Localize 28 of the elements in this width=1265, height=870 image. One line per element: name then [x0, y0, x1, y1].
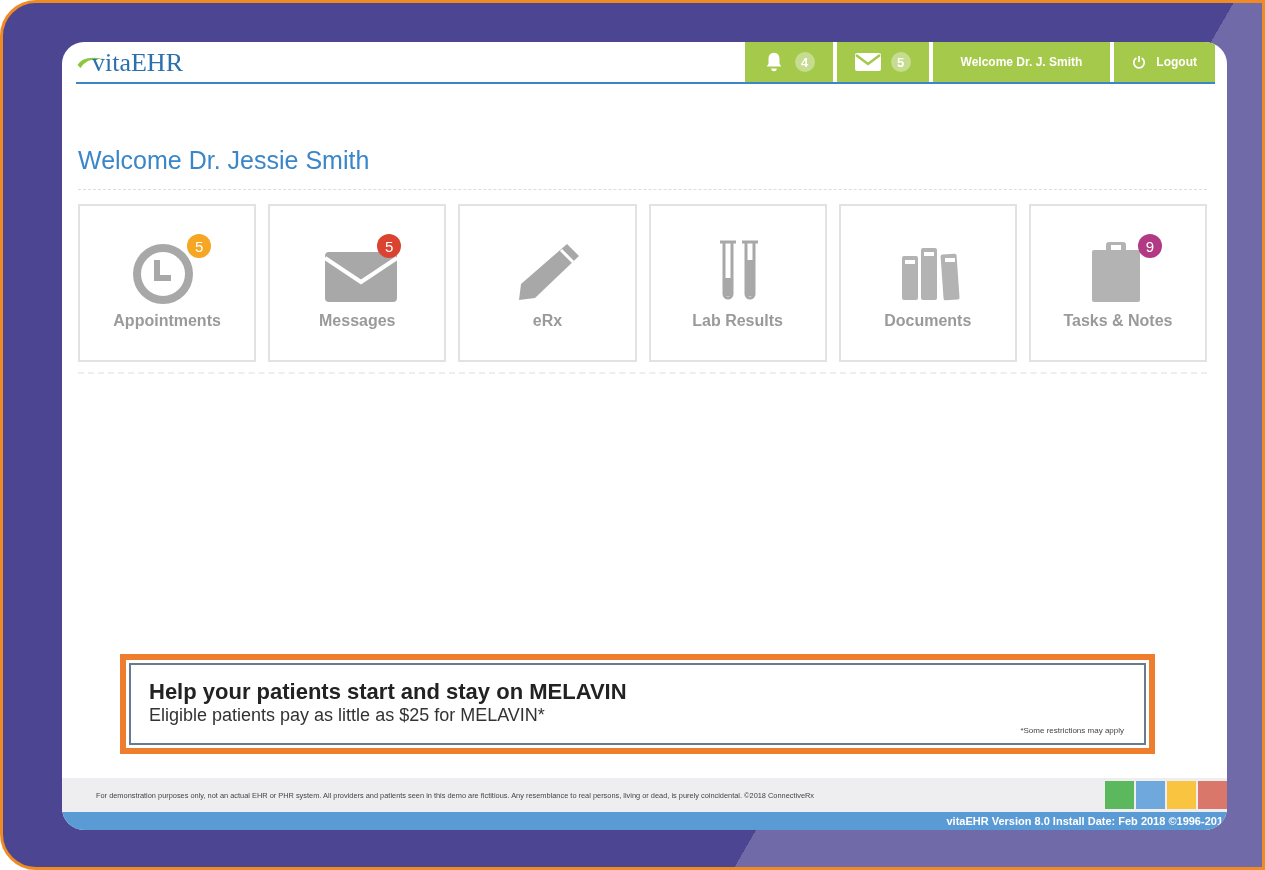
welcome-button[interactable]: Welcome Dr. J. Smith	[932, 42, 1111, 82]
logout-button[interactable]: Logout	[1114, 42, 1215, 82]
mail-icon	[854, 53, 881, 71]
power-icon	[1132, 55, 1147, 69]
color-swatch[interactable]	[1167, 781, 1196, 809]
notification-button[interactable]: 5	[836, 42, 929, 82]
ad-banner[interactable]: Help your patients start and stay on MELAVIN Eligible patients pay as little as $25 for MELAVIN* *Some restrictions may apply	[129, 663, 1146, 745]
count-badge: 9	[1137, 234, 1162, 258]
color-swatch[interactable]	[1198, 781, 1227, 809]
count-badge: 5	[890, 52, 911, 72]
color-swatch[interactable]	[1105, 781, 1134, 809]
dashboard-tile[interactable]: 9 Tasks & Notes	[1028, 204, 1208, 362]
version-text: vitaEHR Version 8.0 Install Date: Feb 2018 ©1996-201	[946, 815, 1223, 827]
page-title: Welcome Dr. Jessie Smith	[78, 146, 1207, 190]
color-swatch[interactable]	[1136, 781, 1165, 809]
logo: vitaEHR	[76, 48, 183, 82]
dashboard-tile[interactable]: Documents	[838, 204, 1017, 362]
notification-button[interactable]: 4	[744, 42, 833, 82]
count-badge: 4	[794, 52, 815, 72]
count-badge: 5	[187, 234, 212, 258]
dashboard-tile[interactable]: 5 Messages	[268, 204, 447, 362]
fine-print: *Some restrictions may apply	[1019, 726, 1124, 735]
dashboard-tile[interactable]: 5 Appointments	[78, 204, 257, 362]
dashboard-tile[interactable]: Lab Results	[648, 204, 827, 362]
dashboard-tile[interactable]: eRx	[458, 204, 637, 362]
ad-headline: Help your patients start and stay on MELAVIN	[149, 679, 628, 705]
count-badge: 5	[377, 234, 402, 258]
ad-text: Eligible patients pay as little as $25 for MELAVIN*	[149, 705, 546, 726]
